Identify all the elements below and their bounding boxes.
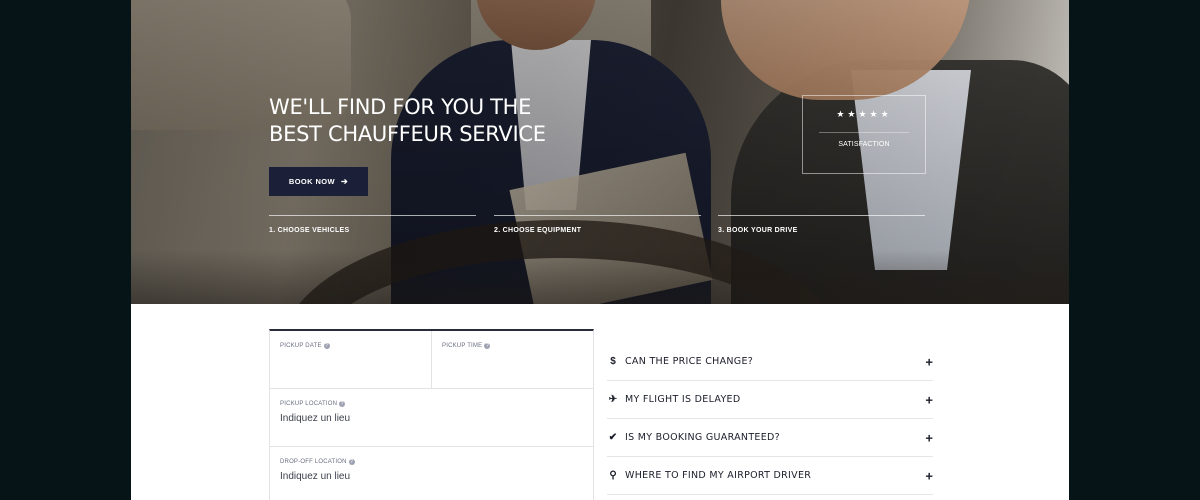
pickup-location-input[interactable] <box>280 413 583 424</box>
faq-item-booking-guaranteed[interactable]: ✔ IS MY BOOKING GUARANTEED? + <box>607 419 933 457</box>
divider <box>819 132 909 133</box>
faq-question: WHERE TO FIND MY AIRPORT DRIVER <box>625 470 812 481</box>
pickup-date-label: PICKUP DATE ? <box>280 343 421 349</box>
dropoff-location-input[interactable] <box>280 471 583 482</box>
dropoff-location-label: DROP-OFF LOCATION ? <box>280 459 583 465</box>
pickup-location-label-text: PICKUP LOCATION <box>280 401 338 407</box>
dollar-icon: $ <box>610 356 616 367</box>
pickup-date-label-text: PICKUP DATE <box>280 343 322 349</box>
dropoff-location-field[interactable]: DROP-OFF LOCATION ? <box>270 447 593 500</box>
form-row-datetime: PICKUP DATE ? PICKUP TIME ? <box>270 331 593 389</box>
hero-title-line1: WE'LL FIND FOR YOU THE <box>269 95 532 119</box>
faq-question: CAN THE PRICE CHANGE? <box>625 356 754 367</box>
faq-item-flight-delayed[interactable]: ✈ MY FLIGHT IS DELAYED + <box>607 381 933 419</box>
book-now-label: BOOK NOW <box>288 177 335 186</box>
page-container: WE'LL FIND FOR YOU THE BEST CHAUFFEUR SE… <box>131 0 1069 500</box>
pickup-time-input[interactable] <box>442 355 583 366</box>
faq-question: MY FLIGHT IS DELAYED <box>625 394 741 405</box>
star-rating-icon: ★★★★★ <box>836 109 892 119</box>
faq-item-price-change[interactable]: $ CAN THE PRICE CHANGE? + <box>607 343 933 381</box>
pickup-time-field[interactable]: PICKUP TIME ? <box>432 331 593 388</box>
plane-icon: ✈ <box>608 394 618 405</box>
faq-accordion: $ CAN THE PRICE CHANGE? + ✈ MY FLIGHT IS… <box>607 343 933 495</box>
booking-form: PICKUP DATE ? PICKUP TIME ? PICKUP LOCAT… <box>269 329 594 500</box>
help-icon[interactable]: ? <box>348 459 355 465</box>
booking-steps: 1. CHOOSE VEHICLES 2. CHOOSE EQUIPMENT 3… <box>269 215 926 239</box>
check-icon: ✔ <box>608 432 618 443</box>
pickup-date-input[interactable] <box>280 355 421 366</box>
help-icon[interactable]: ? <box>339 401 346 407</box>
hero-title-line2: BEST CHAUFFEUR SERVICE <box>269 122 546 146</box>
faq-item-airport-driver[interactable]: ⚲ WHERE TO FIND MY AIRPORT DRIVER + <box>607 457 933 495</box>
form-row-dropoff-location: DROP-OFF LOCATION ? <box>270 447 593 500</box>
hero-overlay <box>131 0 1069 304</box>
dropoff-location-label-text: DROP-OFF LOCATION <box>280 459 347 465</box>
pickup-location-field[interactable]: PICKUP LOCATION ? <box>270 389 593 446</box>
expand-plus-icon[interactable]: + <box>925 430 933 445</box>
map-pin-icon: ⚲ <box>609 470 617 481</box>
help-icon[interactable]: ? <box>323 343 330 349</box>
hero-title: WE'LL FIND FOR YOU THE BEST CHAUFFEUR SE… <box>269 94 629 148</box>
faq-question: IS MY BOOKING GUARANTEED? <box>625 432 780 443</box>
book-now-button[interactable]: BOOK NOW ➔ <box>269 167 368 196</box>
expand-plus-icon[interactable]: + <box>925 392 933 407</box>
pickup-location-label: PICKUP LOCATION ? <box>280 401 583 407</box>
step-choose-vehicles[interactable]: 1. CHOOSE VEHICLES <box>269 215 476 234</box>
pickup-time-label: PICKUP TIME ? <box>442 343 583 349</box>
pickup-date-field[interactable]: PICKUP DATE ? <box>270 331 432 388</box>
arrow-right-icon: ➔ <box>341 177 349 186</box>
hero-banner: WE'LL FIND FOR YOU THE BEST CHAUFFEUR SE… <box>131 0 1069 304</box>
expand-plus-icon[interactable]: + <box>925 354 933 369</box>
form-row-pickup-location: PICKUP LOCATION ? <box>270 389 593 447</box>
satisfaction-label: SATISFACTION <box>838 141 890 148</box>
expand-plus-icon[interactable]: + <box>925 468 933 483</box>
step-choose-equipment[interactable]: 2. CHOOSE EQUIPMENT <box>494 215 701 234</box>
pickup-time-label-text: PICKUP TIME <box>442 343 483 349</box>
satisfaction-badge: ★★★★★ SATISFACTION <box>802 95 926 174</box>
step-book-your-drive[interactable]: 3. BOOK YOUR DRIVE <box>718 215 925 234</box>
help-icon[interactable]: ? <box>484 343 491 349</box>
